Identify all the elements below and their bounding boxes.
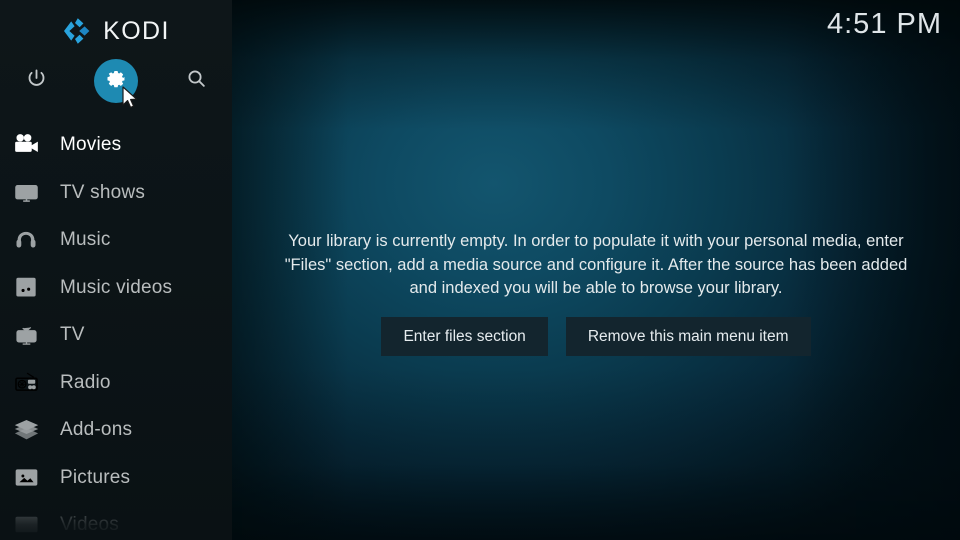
sidebar-item-label: Radio: [60, 371, 111, 393]
sidebar-item-label: Music: [60, 229, 111, 251]
tv-antenna-icon: [8, 320, 44, 350]
sidebar-item-radio[interactable]: Radio: [0, 359, 232, 407]
clock: 4:51 PM: [827, 8, 942, 40]
sidebar-item-label: TV shows: [60, 181, 146, 203]
film-strip-icon: [8, 510, 44, 540]
picture-icon: [8, 462, 44, 492]
music-film-icon: [8, 272, 44, 302]
kodi-home-screen: 4:51 PM Your library is currently empty.…: [0, 0, 960, 540]
television-icon: [8, 177, 44, 207]
headphones-icon: [8, 225, 44, 255]
search-button[interactable]: [173, 58, 219, 104]
settings-button[interactable]: [93, 58, 139, 104]
sidebar-item-label: Music videos: [60, 276, 173, 298]
kodi-logo-icon: [62, 17, 92, 45]
sidebar: KODI Movies TV shows Music Music videos …: [0, 0, 232, 540]
sidebar-item-label: Pictures: [60, 466, 131, 488]
power-button[interactable]: [13, 58, 59, 104]
empty-library-message: Your library is currently empty. In orde…: [284, 232, 908, 297]
sidebar-item-videos[interactable]: Videos: [0, 501, 232, 540]
empty-library-panel: Your library is currently empty. In orde…: [262, 230, 930, 356]
power-icon: [26, 68, 47, 94]
sidebar-item-label: Add-ons: [60, 419, 133, 441]
sidebar-item-music[interactable]: Music: [0, 216, 232, 264]
sidebar-item-movies[interactable]: Movies: [0, 121, 232, 169]
sidebar-item-label: TV: [60, 324, 85, 346]
sidebar-item-pictures[interactable]: Pictures: [0, 454, 232, 502]
sidebar-item-tv[interactable]: TV: [0, 311, 232, 359]
main-menu: Movies TV shows Music Music videos TV Ra…: [0, 121, 232, 540]
top-icon-bar: [0, 58, 232, 104]
sidebar-item-add-ons[interactable]: Add-ons: [0, 406, 232, 454]
remove-main-menu-item-button[interactable]: Remove this main menu item: [565, 316, 811, 356]
sidebar-item-tv-shows[interactable]: TV shows: [0, 169, 232, 217]
search-icon: [186, 68, 207, 94]
enter-files-section-button[interactable]: Enter files section: [381, 316, 548, 356]
sidebar-item-label: Videos: [60, 514, 119, 536]
package-box-icon: [8, 415, 44, 445]
sidebar-item-music-videos[interactable]: Music videos: [0, 264, 232, 312]
empty-library-actions: Enter files section Remove this main men…: [262, 316, 930, 356]
app-name: KODI: [103, 16, 170, 45]
radio-icon: [8, 367, 44, 397]
sidebar-item-label: Movies: [60, 134, 122, 156]
app-logo: KODI: [0, 12, 232, 50]
movie-camera-icon: [8, 130, 44, 160]
